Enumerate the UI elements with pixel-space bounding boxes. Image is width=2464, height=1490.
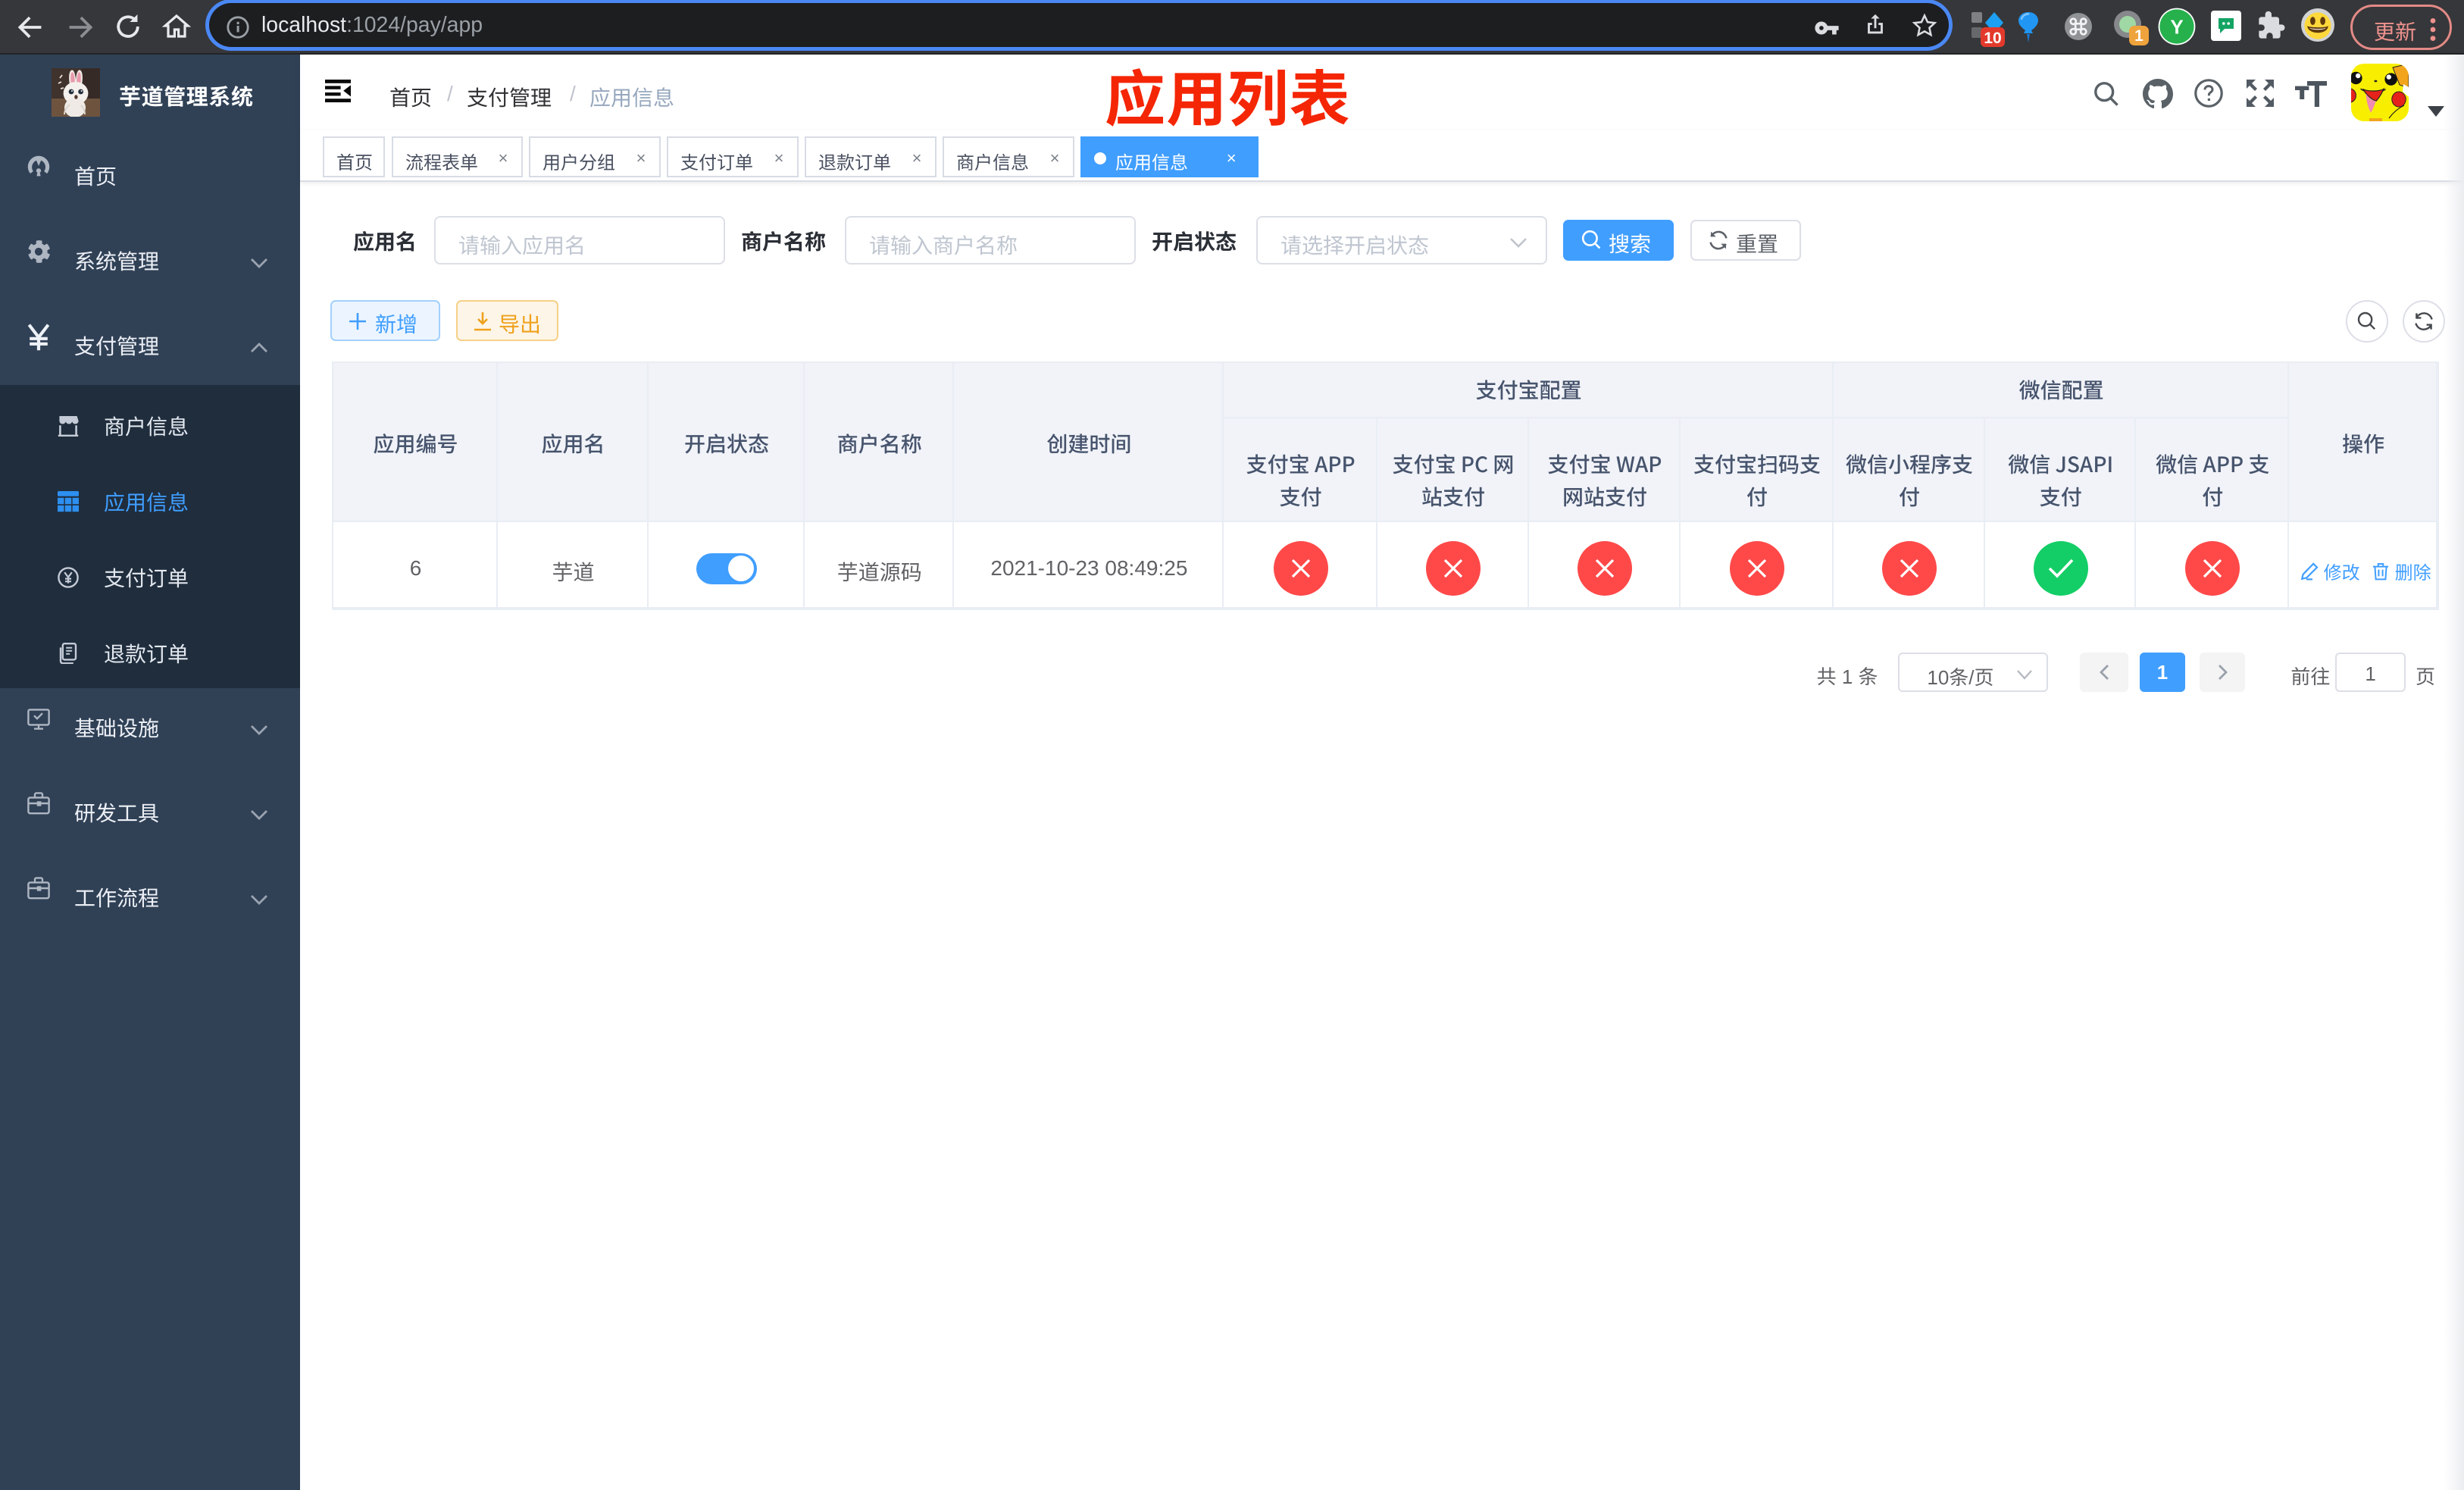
- svg-text:10: 10: [1984, 30, 2001, 47]
- svg-text:1: 1: [2134, 27, 2143, 45]
- svg-text:Y: Y: [2170, 15, 2183, 38]
